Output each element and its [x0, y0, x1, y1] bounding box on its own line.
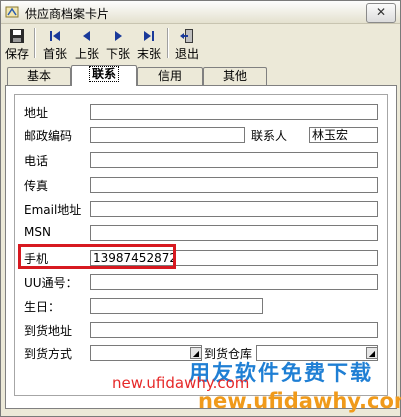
exit-button[interactable]: 退出 — [172, 26, 202, 61]
tab-contact-label: 联系 — [88, 66, 119, 82]
next-record-label: 下张 — [105, 47, 130, 61]
uu-label: UU通号： — [24, 276, 78, 290]
postcode-label: 邮政编码 — [24, 129, 73, 143]
birthday-field[interactable] — [90, 298, 263, 314]
fax-label: 传真 — [24, 179, 49, 193]
tab-credit-label: 信用 — [157, 69, 182, 83]
close-button[interactable]: ✕ — [366, 3, 396, 23]
birthday-label: 生日： — [24, 300, 61, 314]
phone-label: 电话 — [24, 154, 49, 168]
toolbar: 保存 首张 上张 下张 末张 退出 — [1, 24, 400, 62]
address-label: 地址 — [24, 106, 49, 120]
toolbar-separator — [34, 28, 36, 58]
next-record-button[interactable]: 下张 — [103, 26, 133, 61]
tab-basic[interactable]: 基本 — [7, 67, 71, 85]
exit-label: 退出 — [174, 47, 199, 61]
postcode-field[interactable] — [90, 127, 245, 143]
msn-field[interactable] — [90, 225, 378, 241]
watermark-url-orange: new.ufidawhy.com — [198, 389, 401, 413]
tab-other-label: 其他 — [222, 69, 247, 83]
fax-field[interactable] — [90, 177, 378, 193]
delivery-address-field[interactable] — [90, 322, 378, 338]
msn-label: MSN — [24, 225, 51, 239]
tab-other[interactable]: 其他 — [203, 67, 267, 85]
tab-credit[interactable]: 信用 — [137, 67, 203, 85]
email-field[interactable] — [90, 201, 378, 217]
delivery-address-label: 到货地址 — [24, 324, 73, 338]
address-field[interactable] — [90, 104, 378, 120]
next-record-icon — [115, 31, 122, 41]
save-icon — [10, 29, 24, 43]
uu-field[interactable] — [90, 274, 378, 290]
last-record-label: 末张 — [136, 47, 161, 61]
email-label: Email地址 — [24, 203, 82, 217]
exit-icon — [180, 29, 193, 43]
phone-field[interactable] — [90, 152, 378, 168]
save-button[interactable]: 保存 — [3, 26, 31, 61]
tab-contact[interactable]: 联系 — [71, 65, 137, 86]
prev-record-label: 上张 — [74, 47, 99, 61]
delivery-method-label: 到货方式 — [24, 347, 73, 361]
prev-record-icon — [83, 31, 90, 41]
tab-bar: 基本 联系 信用 其他 — [5, 65, 397, 86]
window-title: 供应商档案卡片 — [25, 7, 110, 21]
first-record-button[interactable]: 首张 — [39, 26, 71, 61]
app-icon — [5, 6, 19, 18]
prev-record-button[interactable]: 上张 — [72, 26, 102, 61]
last-record-icon — [144, 31, 154, 41]
last-record-button[interactable]: 末张 — [134, 26, 164, 61]
save-label: 保存 — [4, 47, 29, 61]
delivery-method-field[interactable] — [90, 345, 202, 361]
toolbar-separator — [167, 28, 169, 58]
first-record-icon — [50, 31, 60, 41]
contact-person-label: 联系人 — [251, 129, 288, 143]
contact-person-field[interactable]: 林玉宏 — [309, 127, 378, 143]
tab-basic-label: 基本 — [26, 69, 51, 83]
mobile-highlight-box — [18, 244, 176, 269]
supplier-card-window: 供应商档案卡片 ✕ 保存 首张 上张 下张 末张 退出 基本 联系 信用 其他 … — [0, 0, 401, 417]
first-record-label: 首张 — [42, 47, 67, 61]
title-bar: 供应商档案卡片 ✕ — [1, 1, 400, 24]
